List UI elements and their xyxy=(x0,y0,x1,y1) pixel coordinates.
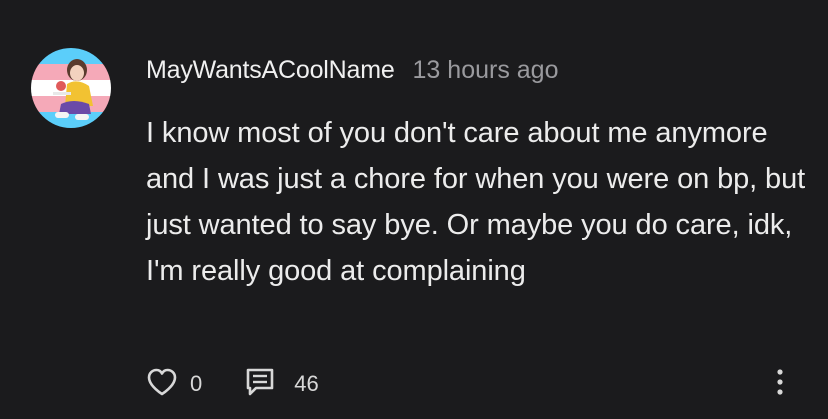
more-options-button[interactable] xyxy=(766,364,794,404)
comment-icon xyxy=(244,367,276,402)
avatar[interactable] xyxy=(31,48,111,128)
comment-body: I know most of you don't care about me a… xyxy=(146,117,806,287)
more-vertical-icon xyxy=(776,368,784,401)
comment-header: MayWantsACoolName 13 hours ago xyxy=(146,52,558,88)
reply-button[interactable]: 46 xyxy=(244,367,319,402)
username[interactable]: MayWantsACoolName xyxy=(146,56,395,85)
avatar-image xyxy=(31,48,111,128)
reply-count: 46 xyxy=(294,371,319,396)
comment-actions: 0 46 xyxy=(146,364,319,404)
like-count: 0 xyxy=(190,371,203,396)
comment-card: MayWantsACoolName 13 hours ago I know mo… xyxy=(0,0,828,419)
heart-icon xyxy=(146,367,178,402)
like-button[interactable]: 0 xyxy=(146,367,202,402)
timestamp: 13 hours ago xyxy=(412,55,559,84)
